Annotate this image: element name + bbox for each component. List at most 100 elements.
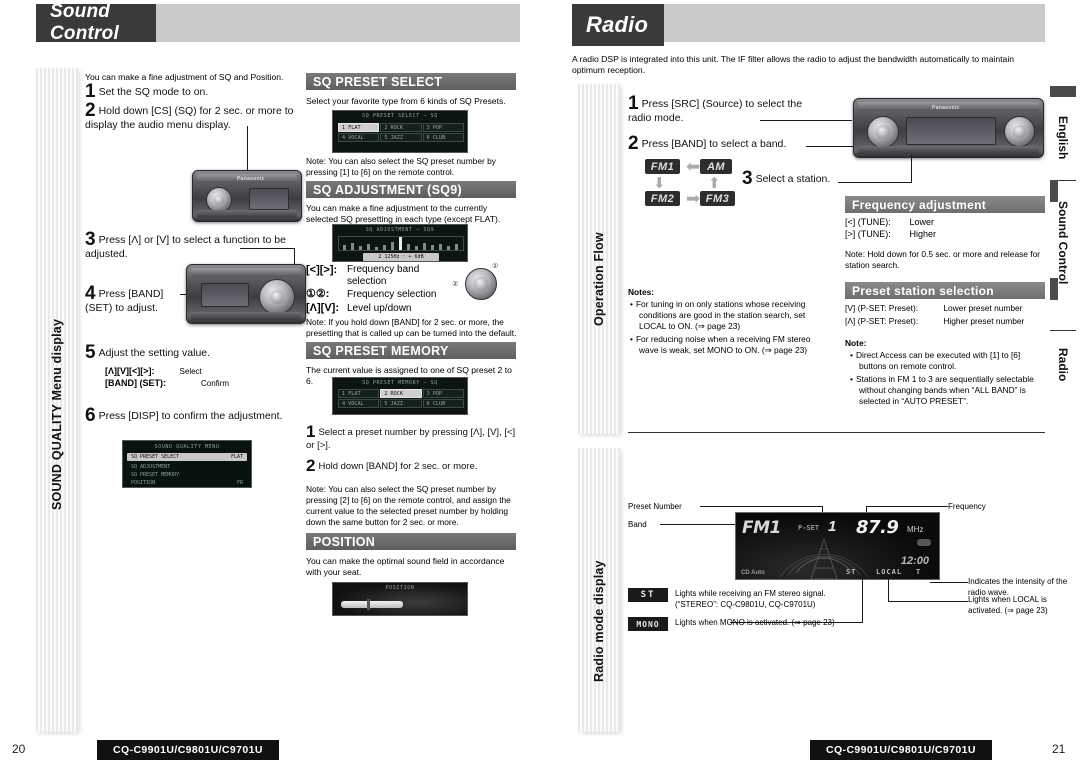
position-slider-thumb[interactable] (367, 599, 370, 610)
position-slider[interactable] (341, 599, 403, 610)
left-step5-key-1: [Λ][V][<][>]: (105, 366, 155, 376)
menu-lcd-row-2-label: SQ ADJUSTMENT (131, 464, 171, 470)
callout-frequency-line (866, 506, 948, 507)
lcd-source-label: CD Auto (741, 570, 765, 576)
position-lead: You can make the optimal sound field in … (306, 556, 505, 578)
left-step-1: 1 Set the SQ mode to on. (85, 82, 315, 101)
preset-station-key-1: [V] (P-SET: Preset): (845, 303, 919, 313)
band-arrow-right: ➡ (686, 189, 701, 208)
unit-bottom-strip-2 (191, 312, 301, 320)
eq-band (359, 246, 362, 250)
rotary-knob-diagram (465, 268, 497, 300)
sq-preset-memory-lcd-title: SQ PRESET MEMORY — SQ (362, 380, 438, 386)
left-step-5-number: 5 (85, 342, 96, 363)
preset-cell-5[interactable]: 5 JAZZ (380, 133, 422, 142)
sq-adjustment-title: SQ ADJUSTMENT (SQ9) (313, 182, 462, 197)
eq-band (391, 242, 394, 250)
edge-block-top (1050, 86, 1076, 97)
memory-cell-3[interactable]: 3 POP (422, 389, 464, 398)
section-header-sq-adjustment: SQ ADJUSTMENT (SQ9) (306, 181, 516, 198)
sq-preset-memory-note: Note: You can also select the SQ preset … (306, 484, 511, 527)
eq-band (431, 245, 434, 250)
sq-preset-select-lead: Select your favorite type from 6 kinds o… (306, 96, 506, 106)
left-step-2-number: 2 (85, 100, 96, 121)
sq-preset-select-lcd: SQ PRESET SELECT — SQ 1 FLAT 2 ROCK 3 PO… (332, 110, 468, 153)
freq-adj-action-2: Higher (909, 229, 937, 239)
memory-step-2-text: Hold down [BAND] for 2 sec. or more. (318, 461, 478, 472)
eq-band (343, 245, 346, 250)
bullet-icon: • (630, 299, 633, 309)
right-leader-1 (760, 120, 852, 121)
right-step-2-number: 2 (628, 133, 639, 154)
indicator-chip-mono: MONO (628, 617, 668, 631)
preset-cell-2[interactable]: 2 ROCK (380, 123, 422, 132)
memory-cell-2[interactable]: 2 ROCK (380, 389, 422, 398)
sq-adjustment-lcd: SQ ADJUSTMENT — SQ9 2 125Hz : + 6dB (332, 224, 468, 262)
radio-mode-display-tab-text: Radio mode display (592, 560, 606, 682)
left-step-4-number: 4 (85, 283, 96, 304)
position-title: POSITION (313, 534, 376, 549)
section-header-preset-station-selection: Preset station selection (845, 282, 1045, 299)
lcd-preset-number: 1 (828, 518, 837, 535)
lcd-misc-icon (917, 539, 931, 546)
callout-preset-number-line (700, 506, 822, 507)
knob-callout-2: ② (452, 281, 459, 288)
memory-cell-6[interactable]: 6 CLUB (422, 399, 464, 408)
sq-preset-select-grid: 1 FLAT 2 ROCK 3 POP 4 VOCAL 5 JAZZ 6 CLU… (338, 123, 464, 142)
sq-adjustment-action-3: Level up/down (347, 303, 412, 314)
right-step-3-text: Select a station. (755, 173, 831, 185)
left-step-5-key-row-2: [BAND] (SET): Confirm (105, 377, 305, 390)
right-leader-2 (806, 146, 854, 147)
unit-brand-label: Panasonic (237, 176, 265, 182)
right-head-unit: Panasonic (853, 98, 1044, 158)
left-step5-action-2: Confirm (201, 379, 230, 388)
memory-cell-5[interactable]: 5 JAZZ (380, 399, 422, 408)
manual-page-spread: Sound Control SOUND QUALITY Menu display… (0, 0, 1080, 763)
band-chip-fm2: FM2 (645, 191, 680, 206)
menu-lcd-row-3: SQ PRESET MEMORY (127, 471, 247, 479)
left-step-3-number: 3 (85, 229, 96, 250)
eq-band-selected (399, 237, 402, 250)
bullet-icon: • (850, 374, 853, 384)
right-chapter-title: Radio (572, 4, 664, 46)
lcd-frequency-unit: MHz (907, 525, 924, 534)
callout-frequency: Frequency (948, 502, 986, 511)
preset-cell-3[interactable]: 3 POP (422, 123, 464, 132)
section-header-sq-preset-select: SQ PRESET SELECT (306, 73, 516, 90)
preset-cell-4[interactable]: 4 VOCAL (338, 133, 380, 142)
right-intro: A radio DSP is integrated into this unit… (572, 54, 1015, 76)
position-lcd-title: POSITION (385, 585, 415, 591)
right-unit-screen (906, 117, 996, 145)
sq-preset-memory-step-2: 2 Hold down [BAND] for 2 sec. or more. (306, 456, 518, 475)
right-notes-item-2: • For reducing noise when a receiving FM … (630, 334, 811, 355)
menu-lcd-row-4-label: POSITION (131, 480, 156, 486)
memory-cell-1[interactable]: 1 FLAT (338, 389, 380, 398)
right-unit-brand-label: Panasonic (932, 105, 960, 111)
unit-screen (249, 188, 289, 210)
memory-cell-4[interactable]: 4 VOCAL (338, 399, 380, 408)
sound-quality-menu-lcd: SOUND QUALITY MENU SQ PRESET SELECT FLAT… (122, 440, 252, 488)
menu-lcd-row-1-label: SQ PRESET SELECT (131, 454, 180, 460)
callout-local-line-v (888, 578, 889, 602)
edge-tab-english[interactable]: English (1050, 100, 1076, 176)
lcd-clock: 12:00 (900, 555, 929, 567)
lcd-indicator-st: ST (846, 568, 857, 576)
lcd-indicator-signal: T (916, 568, 921, 576)
left-step-5: 5 Adjust the setting value. (85, 343, 305, 362)
memory-step-1-number: 1 (306, 422, 316, 441)
bullet-icon: • (630, 334, 633, 344)
band-chip-fm3: FM3 (700, 191, 735, 206)
left-step-3-text: Press [Λ] or [V] to select a function to… (85, 234, 286, 260)
preset-cell-6[interactable]: 6 CLUB (422, 133, 464, 142)
eq-band (375, 247, 378, 250)
memory-step-1-text: Select a preset number by pressing [Λ], … (306, 427, 516, 451)
callout-local: Lights when LOCAL is activated. (⇒ page … (968, 595, 1048, 616)
right-step-3-number: 3 (742, 168, 753, 189)
edge-tab-radio[interactable]: Radio (1050, 334, 1076, 396)
right-chapter-title-text: Radio (586, 12, 649, 37)
unit-screen-2 (201, 283, 249, 307)
memory-step-2-number: 2 (306, 456, 316, 475)
sq-preset-select-lcd-title: SQ PRESET SELECT — SQ (362, 113, 438, 119)
preset-cell-1[interactable]: 1 FLAT (338, 123, 380, 132)
lcd-pset-label: P-SET (798, 524, 820, 532)
